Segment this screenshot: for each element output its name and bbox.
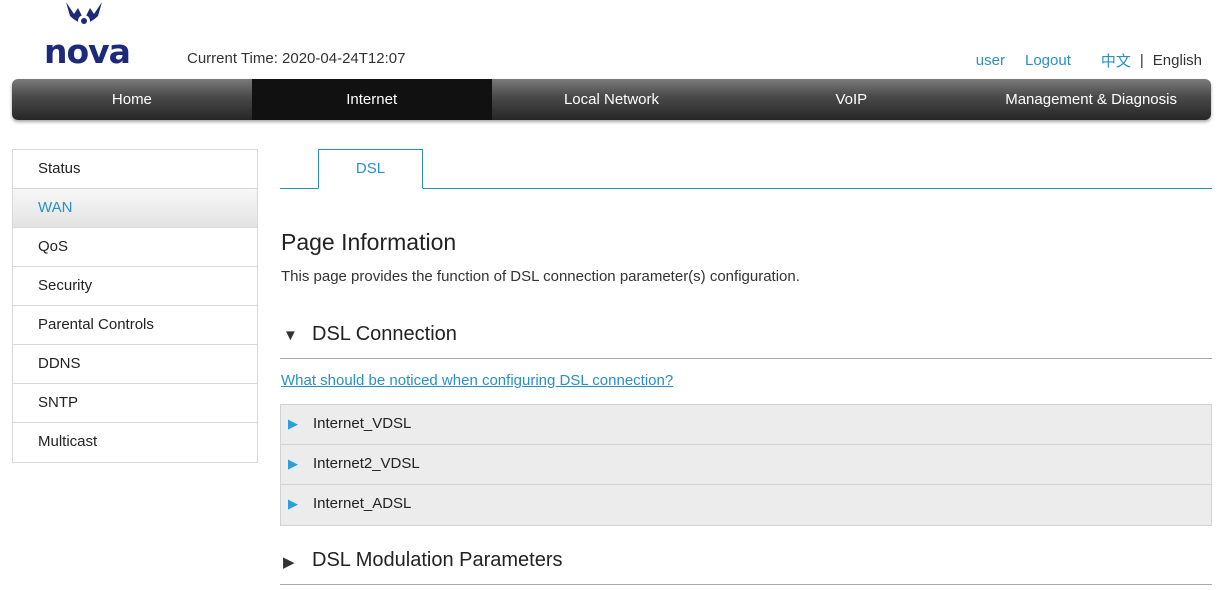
dsl-help-link[interactable]: What should be noticed when configuring …: [281, 372, 673, 389]
sidebar-item-sntp[interactable]: SNTP: [13, 384, 257, 423]
lang-chinese-link[interactable]: 中文: [1101, 50, 1131, 71]
tab-bar: DSL: [280, 149, 1212, 189]
connection-row[interactable]: ▶ Internet2_VDSL: [281, 445, 1211, 485]
expand-right-icon: ▶: [288, 496, 298, 511]
user-link[interactable]: user: [976, 52, 1005, 69]
sidebar-item-status[interactable]: Status: [13, 150, 257, 189]
connection-row[interactable]: ▶ Internet_ADSL: [281, 485, 1211, 525]
sidebar-item-security[interactable]: Security: [13, 267, 257, 306]
connection-row[interactable]: ▶ Internet_VDSL: [281, 405, 1211, 445]
lang-english[interactable]: English: [1153, 52, 1202, 69]
section-title: DSL Connection: [312, 323, 457, 345]
sidebar-item-ddns[interactable]: DDNS: [13, 345, 257, 384]
lang-separator: |: [1139, 52, 1144, 69]
page-description: This page provides the function of DSL c…: [281, 268, 800, 285]
nav-voip[interactable]: VoIP: [731, 79, 971, 120]
sidebar-item-qos[interactable]: QoS: [13, 228, 257, 267]
sidebar-item-wan[interactable]: WAN: [13, 189, 257, 228]
dsl-connection-list: ▶ Internet_VDSL ▶ Internet2_VDSL ▶ Inter…: [280, 404, 1212, 526]
connection-name: Internet_VDSL: [313, 415, 412, 432]
collapse-down-icon: ▼: [283, 327, 298, 344]
connection-name: Internet_ADSL: [313, 495, 412, 512]
section-title: DSL Modulation Parameters: [312, 549, 563, 571]
nav-home[interactable]: Home: [12, 79, 252, 120]
dsl-connection-section-header[interactable]: ▼ DSL Connection: [280, 323, 1212, 359]
top-links: user Logout 中文 | English: [976, 50, 1202, 71]
sidebar-item-multicast[interactable]: Multicast: [13, 423, 257, 462]
connection-name: Internet2_VDSL: [313, 455, 420, 472]
nav-local-network[interactable]: Local Network: [492, 79, 732, 120]
expand-right-icon: ▶: [288, 456, 298, 471]
main-nav: Home Internet Local Network VoIP Managem…: [12, 79, 1211, 120]
logout-link[interactable]: Logout: [1025, 52, 1071, 69]
dsl-modulation-section-header[interactable]: ▶ DSL Modulation Parameters: [280, 549, 1212, 585]
tab-dsl[interactable]: DSL: [318, 149, 423, 189]
sidebar: Status WAN QoS Security Parental Control…: [12, 149, 258, 463]
nav-management-diagnosis[interactable]: Management & Diagnosis: [971, 79, 1211, 120]
sidebar-item-parental-controls[interactable]: Parental Controls: [13, 306, 257, 345]
expand-right-icon: ▶: [283, 554, 295, 571]
logo-text: nova: [44, 32, 131, 71]
page-title: Page Information: [281, 229, 457, 255]
expand-right-icon: ▶: [288, 416, 298, 431]
current-time: Current Time: 2020-04-24T12:07: [187, 50, 406, 67]
nav-internet[interactable]: Internet: [251, 79, 492, 120]
nova-logo: nova: [44, 0, 131, 72]
